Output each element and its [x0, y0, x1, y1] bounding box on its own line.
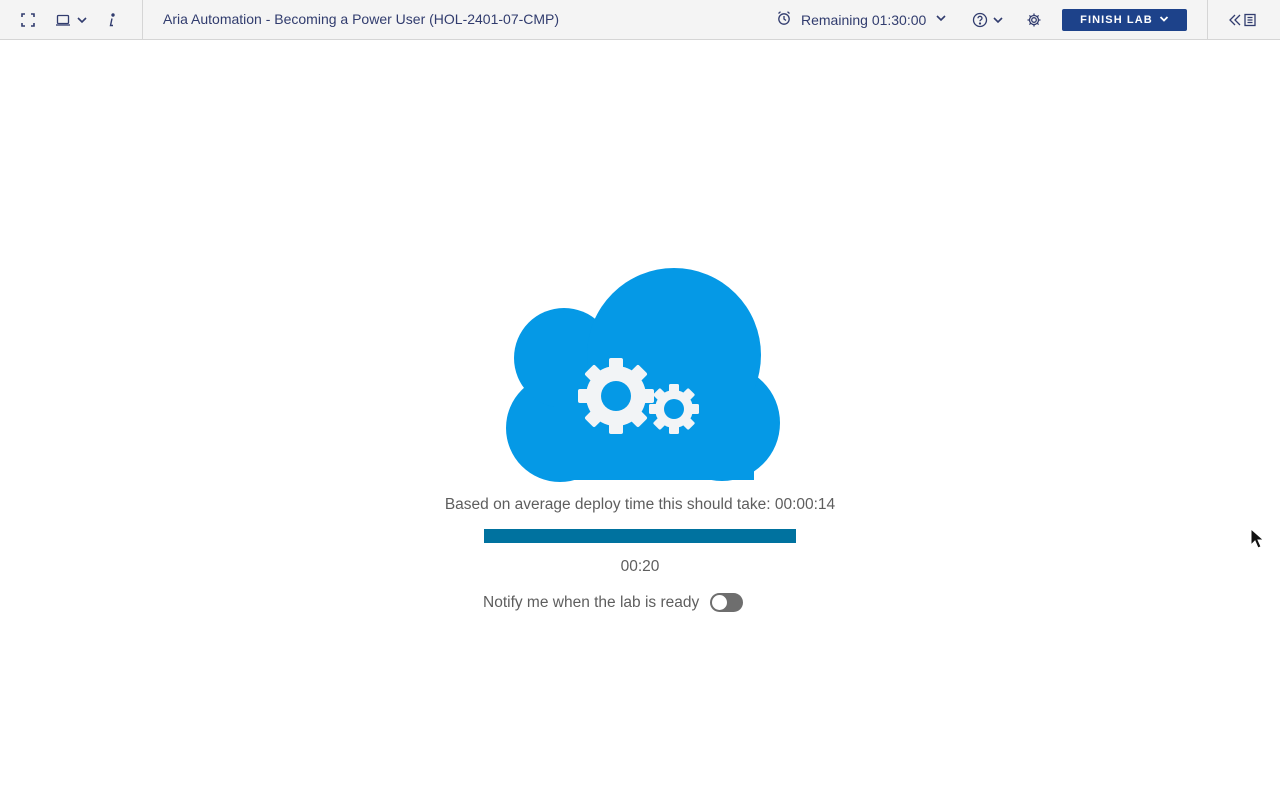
- toolbar-divider: [142, 0, 143, 40]
- gear-icon[interactable]: [1026, 10, 1042, 30]
- alarm-clock-icon: [776, 10, 792, 31]
- deploy-estimate-text: Based on average deploy time this should…: [444, 496, 836, 513]
- elapsed-time: 00:20: [620, 558, 660, 575]
- deploy-progress-bar: [484, 529, 796, 543]
- top-bar: Aria Automation - Becoming a Power User …: [0, 0, 1280, 40]
- deploy-progress-fill: [484, 529, 796, 543]
- collapse-panel-icon[interactable]: [1229, 10, 1259, 30]
- timer-menu[interactable]: Remaining 01:30:00: [776, 10, 947, 30]
- help-menu[interactable]: [972, 10, 1006, 30]
- notify-toggle[interactable]: [710, 593, 744, 612]
- notify-label: Notify me when the lab is ready: [483, 593, 700, 611]
- toggle-knob: [712, 595, 728, 610]
- finish-lab-label: FINISH LAB: [1080, 14, 1153, 26]
- console-menu[interactable]: [55, 10, 89, 30]
- timer-text: Remaining 01:30:00: [801, 12, 927, 28]
- chevron-down-icon: [935, 11, 947, 29]
- fullscreen-icon[interactable]: [20, 10, 36, 30]
- cloud-gears-icon: [464, 268, 816, 487]
- lab-title: Aria Automation - Becoming a Power User …: [163, 11, 560, 27]
- chevron-down-icon: [1159, 14, 1169, 27]
- notify-row: Notify me when the lab is ready: [483, 593, 744, 612]
- info-icon[interactable]: [106, 10, 118, 30]
- finish-lab-button[interactable]: FINISH LAB: [1062, 9, 1187, 31]
- toolbar-divider: [1207, 0, 1208, 40]
- mouse-cursor-icon: [1250, 527, 1265, 555]
